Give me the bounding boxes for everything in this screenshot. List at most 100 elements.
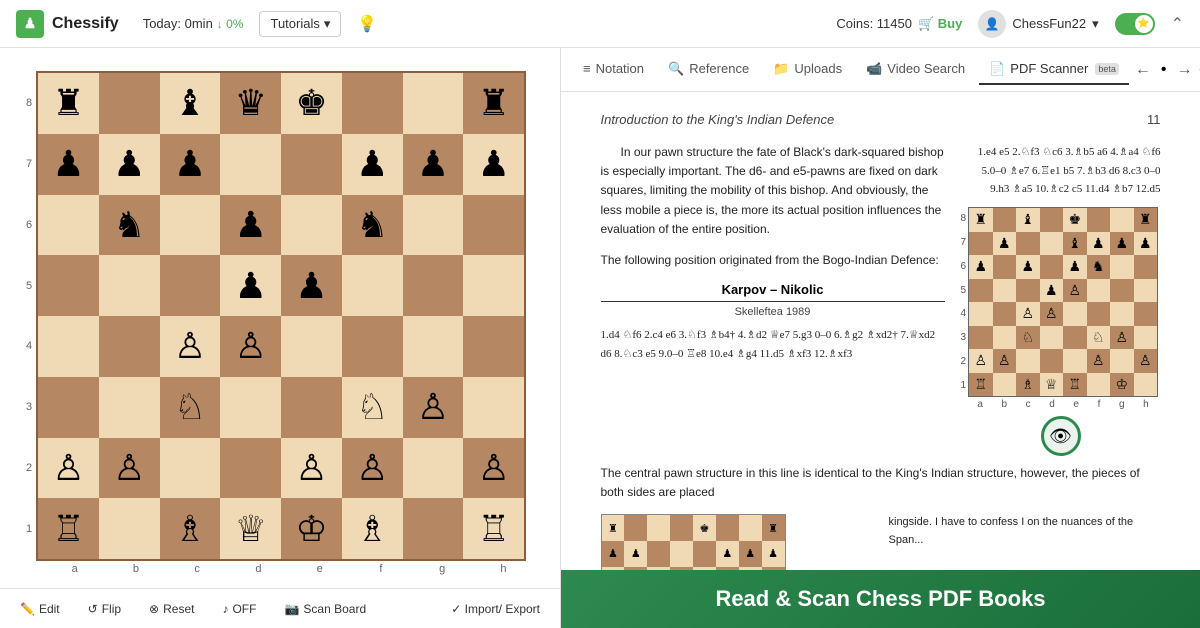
nav-forward-button[interactable]: → <box>1174 59 1194 81</box>
mini-board2-cell: ♚ <box>693 515 716 541</box>
board-cell[interactable] <box>220 377 281 438</box>
board-cell[interactable] <box>463 377 524 438</box>
board-cell[interactable]: ♟ <box>38 134 99 195</box>
flip-button[interactable]: ↺ Flip <box>84 600 125 618</box>
board-cell[interactable] <box>281 377 342 438</box>
collapse-button[interactable]: ⌃ <box>1171 14 1184 34</box>
mini-board-cell: ♙ <box>1016 302 1040 326</box>
tab-video-search[interactable]: 📹 Video Search <box>856 55 975 85</box>
board-cell[interactable] <box>38 255 99 316</box>
board-cell[interactable]: ♙ <box>38 438 99 499</box>
board-cell[interactable]: ♟ <box>220 255 281 316</box>
board-cell[interactable]: ♚ <box>281 73 342 134</box>
board-cell[interactable] <box>99 498 160 559</box>
board-cell[interactable]: ♙ <box>342 438 403 499</box>
board-cell[interactable] <box>99 316 160 377</box>
board-cell[interactable] <box>281 316 342 377</box>
board-cell[interactable]: ♛ <box>220 73 281 134</box>
scan-cta-banner[interactable]: Read & Scan Chess PDF Books <box>561 570 1200 628</box>
board-cell[interactable]: ♝ <box>160 73 221 134</box>
scan-board-label: Scan Board <box>303 602 366 616</box>
tab-pdf-scanner[interactable]: 📄 PDF Scanner beta <box>979 55 1129 85</box>
mini-board-cell <box>1040 255 1064 279</box>
board-cell[interactable] <box>160 438 221 499</box>
reset-button[interactable]: ⊗ Reset <box>145 600 198 618</box>
board-cell[interactable]: ♟ <box>281 255 342 316</box>
pdf-content[interactable]: Introduction to the King's Indian Defenc… <box>561 92 1200 628</box>
import-export-button[interactable]: ✓ Import/ Export <box>447 600 544 618</box>
uploads-tab-icon: 📁 <box>773 61 789 77</box>
header: ♟ Chessify Today: 0min ↓ 0% Tutorials ▾ … <box>0 0 1200 48</box>
board-cell[interactable] <box>99 377 160 438</box>
board-cell[interactable]: ♙ <box>99 438 160 499</box>
board-cell[interactable] <box>38 377 99 438</box>
board-cell[interactable] <box>403 73 464 134</box>
board-cell[interactable]: ♜ <box>38 73 99 134</box>
board-cell[interactable]: ♘ <box>160 377 221 438</box>
board-cell[interactable]: ♙ <box>463 438 524 499</box>
board-cell[interactable] <box>281 195 342 256</box>
avatar: 👤 <box>978 10 1006 38</box>
board-cell[interactable] <box>342 255 403 316</box>
buy-button[interactable]: 🛒 Buy <box>918 16 962 32</box>
board-cell[interactable]: ♙ <box>220 316 281 377</box>
edit-label: Edit <box>39 602 60 616</box>
scan-board-button[interactable]: 📷 Scan Board <box>280 600 370 618</box>
board-cell[interactable]: ♖ <box>463 498 524 559</box>
board-cell[interactable] <box>38 316 99 377</box>
board-cell[interactable]: ♙ <box>160 316 221 377</box>
board-cell[interactable] <box>220 134 281 195</box>
board-cell[interactable]: ♟ <box>463 134 524 195</box>
board-cell[interactable]: ♞ <box>342 195 403 256</box>
board-cell[interactable] <box>403 195 464 256</box>
board-cell[interactable]: ♘ <box>342 377 403 438</box>
notation-tab-icon: ≡ <box>583 61 591 76</box>
tab-reference[interactable]: 🔍 Reference <box>658 55 759 85</box>
mini-board-cell <box>993 302 1017 326</box>
board-cell[interactable]: ♗ <box>342 498 403 559</box>
user-area[interactable]: 👤 ChessFun22 ▾ <box>978 10 1098 38</box>
board-cell[interactable] <box>220 438 281 499</box>
board-cell[interactable] <box>160 195 221 256</box>
board-cell[interactable] <box>342 73 403 134</box>
board-cell[interactable] <box>463 255 524 316</box>
board-cell[interactable] <box>403 316 464 377</box>
board-cell[interactable]: ♟ <box>342 134 403 195</box>
mini-board-cell: ♔ <box>1110 373 1134 397</box>
board-cell[interactable] <box>403 438 464 499</box>
chess-board[interactable]: ♜♝♛♚♜♟♟♟♟♟♟♞♟♞♟♟♙♙♘♘♙♙♙♙♙♙♖♗♕♔♗♖ <box>36 71 526 561</box>
board-cell[interactable] <box>99 73 160 134</box>
edit-button[interactable]: ✏️ Edit <box>16 600 64 618</box>
board-cell[interactable]: ♗ <box>160 498 221 559</box>
board-cell[interactable] <box>342 316 403 377</box>
board-cell[interactable] <box>99 255 160 316</box>
sound-button[interactable]: ♪ OFF <box>218 600 260 618</box>
board-cell[interactable] <box>463 195 524 256</box>
nav-back-button[interactable]: ← <box>1133 59 1153 81</box>
tab-uploads[interactable]: 📁 Uploads <box>763 55 852 85</box>
board-cell[interactable]: ♞ <box>99 195 160 256</box>
board-cell[interactable]: ♜ <box>463 73 524 134</box>
tab-notation[interactable]: ≡ Notation <box>573 55 654 84</box>
board-cell[interactable]: ♕ <box>220 498 281 559</box>
mini-board-cell <box>1134 373 1158 397</box>
board-area: 8 7 6 5 4 3 2 1 ♜♝♛♚♜♟♟♟♟♟♟♞♟♞♟♟♙♙♘♘♙♙♙♙… <box>0 48 560 628</box>
board-cell[interactable]: ♟ <box>160 134 221 195</box>
board-cell[interactable] <box>160 255 221 316</box>
mini-board2-cell: ♟ <box>762 541 785 567</box>
board-cell[interactable] <box>403 255 464 316</box>
board-cell[interactable] <box>463 316 524 377</box>
board-cell[interactable]: ♟ <box>403 134 464 195</box>
board-cell[interactable]: ♟ <box>220 195 281 256</box>
mini-board-cell <box>1110 279 1134 303</box>
tutorials-button[interactable]: Tutorials ▾ <box>259 11 341 37</box>
board-cell[interactable]: ♖ <box>38 498 99 559</box>
board-cell[interactable]: ♟ <box>99 134 160 195</box>
theme-toggle[interactable]: ⭐ <box>1115 13 1155 35</box>
board-cell[interactable] <box>403 498 464 559</box>
board-cell[interactable]: ♙ <box>403 377 464 438</box>
board-cell[interactable]: ♔ <box>281 498 342 559</box>
board-cell[interactable]: ♙ <box>281 438 342 499</box>
board-cell[interactable] <box>281 134 342 195</box>
board-cell[interactable] <box>38 195 99 256</box>
